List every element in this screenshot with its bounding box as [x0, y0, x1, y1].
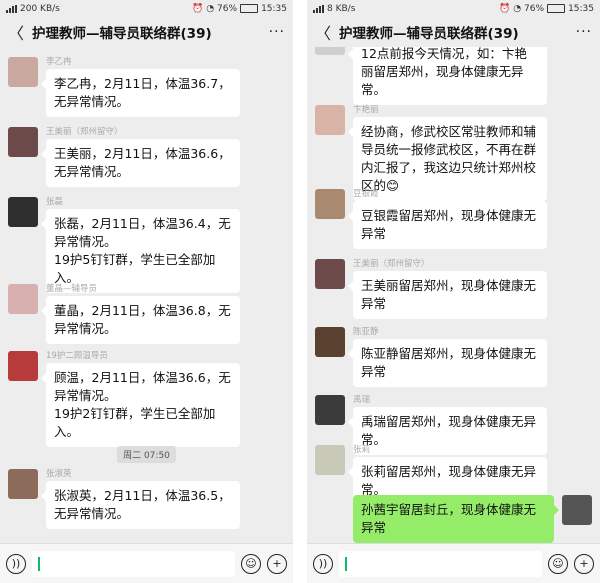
message-item: 19护二顾温导员 顾温，2月11日，体温36.6，无异常情况。 19护2钉钉群，… — [8, 351, 285, 447]
avatar[interactable] — [315, 445, 345, 475]
message-bubble[interactable]: 李乙冉，2月11日，体温36.7，无异常情况。 — [41, 69, 240, 117]
avatar[interactable] — [315, 259, 345, 289]
sender-name: 19护二顾温导员 — [46, 351, 108, 361]
sender-name: 董晶—辅导员 — [46, 284, 98, 294]
status-time: 15:35 — [568, 3, 594, 14]
message-list[interactable]: 12点前报今天情况，如：卞艳丽留居郑州，现身体健康无异常。 卞艳丽 经协商，修武… — [307, 47, 600, 543]
avatar[interactable] — [8, 351, 38, 381]
battery-percent: 76% — [217, 3, 238, 14]
wifi-icon: ◔ — [513, 3, 522, 14]
status-bar: 8 KB/s ⏰ ◔ 76% 15:35 — [307, 0, 600, 17]
time-divider: 周二 07:50 — [0, 443, 293, 463]
status-time: 15:35 — [261, 3, 287, 14]
avatar[interactable] — [8, 469, 38, 499]
message-input[interactable] — [339, 550, 542, 577]
message-input[interactable] — [32, 550, 235, 577]
avatar[interactable] — [8, 57, 38, 87]
right-phone-screen: 8 KB/s ⏰ ◔ 76% 15:35 〈 护理教师—辅导员联络群(39) ·… — [307, 0, 600, 583]
avatar[interactable] — [315, 105, 345, 135]
wifi-icon: ◔ — [206, 3, 215, 14]
sender-name: 张淑英 — [46, 469, 72, 479]
voice-icon[interactable]: )) — [6, 553, 26, 574]
message-bubble[interactable]: 顾温，2月11日，体温36.6，无异常情况。 19护2钉钉群，学生已全部加入。 — [41, 363, 240, 447]
voice-icon[interactable]: )) — [313, 553, 333, 574]
input-bar: )) ☺ + — [307, 543, 600, 583]
message-bubble[interactable]: 豆银霞留居郑州，现身体健康无异常 — [348, 201, 547, 249]
input-bar: )) ☺ + — [0, 543, 293, 583]
message-bubble[interactable]: 12点前报今天情况，如：卞艳丽留居郑州，现身体健康无异常。 — [348, 47, 547, 105]
sender-name: 王美丽（郑州留守） — [46, 127, 123, 137]
more-dots-icon[interactable]: ··· — [269, 24, 285, 40]
signal-icon — [6, 4, 17, 13]
message-item: 豆银霞 豆银霞留居郑州，现身体健康无异常 — [315, 189, 592, 249]
plus-icon[interactable]: + — [267, 553, 287, 574]
message-bubble-self[interactable]: 孙茜宇留居封丘，现身体健康无异常 — [353, 495, 559, 543]
sender-name: 陈亚静 — [353, 327, 379, 337]
time-chip: 周二 07:50 — [117, 446, 176, 463]
more-dots-icon[interactable]: ··· — [576, 24, 592, 40]
message-item: 王美丽（郑州留守） 王美丽留居郑州，现身体健康无异常 — [315, 259, 592, 319]
chat-title: 护理教师—辅导员联络群(39) — [32, 26, 212, 42]
avatar[interactable] — [8, 197, 38, 227]
chat-header: 〈 护理教师—辅导员联络群(39) ··· — [0, 17, 293, 47]
avatar[interactable] — [315, 189, 345, 219]
avatar[interactable] — [315, 47, 345, 55]
message-item: 卞艳丽 经协商，修武校区常驻教师和辅导员统一报修武校区，不再在群内汇报了，我这边… — [315, 105, 592, 201]
alarm-icon: ⏰ — [498, 3, 511, 14]
message-bubble[interactable]: 董晶，2月11日，体温36.8，无异常情况。 — [41, 296, 240, 344]
message-item: 李乙冉 李乙冉，2月11日，体温36.7，无异常情况。 — [8, 57, 285, 117]
message-item: 12点前报今天情况，如：卞艳丽留居郑州，现身体健康无异常。 — [315, 47, 592, 105]
message-item: 张磊 张磊，2月11日，体温36.4，无异常情况。 19护5钉钉群，学生已全部加… — [8, 197, 285, 293]
sender-name: 张磊 — [46, 197, 64, 207]
message-bubble[interactable]: 王美丽留居郑州，现身体健康无异常 — [348, 271, 547, 319]
battery-icon — [547, 4, 566, 13]
sender-name: 张莉 — [353, 445, 371, 455]
avatar[interactable] — [315, 327, 345, 357]
sender-name: 卞艳丽 — [353, 105, 379, 115]
avatar[interactable] — [315, 395, 345, 425]
network-speed: 200 KB/s — [20, 3, 60, 14]
chat-header: 〈 护理教师—辅导员联络群(39) ··· — [307, 17, 600, 47]
alarm-icon: ⏰ — [191, 3, 204, 14]
sender-name: 禹瑞 — [353, 395, 371, 405]
plus-icon[interactable]: + — [574, 553, 594, 574]
message-item: 王美丽（郑州留守） 王美丽，2月11日，体温36.6，无异常情况。 — [8, 127, 285, 187]
status-bar: 200 KB/s ⏰ ◔ 76% 15:35 — [0, 0, 293, 17]
message-item-self: 孙茜宇留居封丘，现身体健康无异常 — [315, 495, 592, 543]
message-item: 董晶—辅导员 董晶，2月11日，体温36.8，无异常情况。 — [8, 284, 285, 344]
message-item: 张淑英 张淑英，2月11日，体温36.5，无异常情况。 — [8, 469, 285, 529]
battery-icon — [240, 4, 259, 13]
emoji-icon[interactable]: ☺ — [241, 553, 261, 574]
signal-icon — [313, 4, 324, 13]
sender-name: 李乙冉 — [46, 57, 72, 67]
avatar[interactable] — [8, 127, 38, 157]
message-bubble[interactable]: 王美丽，2月11日，体温36.6，无异常情况。 — [41, 139, 240, 187]
message-bubble[interactable]: 张淑英，2月11日，体温36.5，无异常情况。 — [41, 481, 240, 529]
left-phone-screen: 200 KB/s ⏰ ◔ 76% 15:35 〈 护理教师—辅导员联络群(39)… — [0, 0, 293, 583]
chat-title: 护理教师—辅导员联络群(39) — [339, 26, 519, 42]
message-bubble[interactable]: 张磊，2月11日，体温36.4，无异常情况。 19护5钉钉群，学生已全部加入。 — [41, 209, 240, 293]
battery-percent: 76% — [524, 3, 545, 14]
network-speed: 8 KB/s — [327, 3, 356, 14]
back-arrow-icon[interactable]: 〈 — [315, 20, 331, 44]
back-arrow-icon[interactable]: 〈 — [8, 20, 24, 44]
message-list[interactable]: 李乙冉 李乙冉，2月11日，体温36.7，无异常情况。 王美丽（郑州留守） 王美… — [0, 47, 293, 543]
avatar[interactable] — [562, 495, 592, 525]
sender-name: 王美丽（郑州留守） — [353, 259, 430, 269]
message-item: 陈亚静 陈亚静留居郑州，现身体健康无异常 — [315, 327, 592, 387]
message-bubble[interactable]: 陈亚静留居郑州，现身体健康无异常 — [348, 339, 547, 387]
avatar[interactable] — [8, 284, 38, 314]
emoji-icon[interactable]: ☺ — [548, 553, 568, 574]
sender-name: 豆银霞 — [353, 189, 379, 199]
